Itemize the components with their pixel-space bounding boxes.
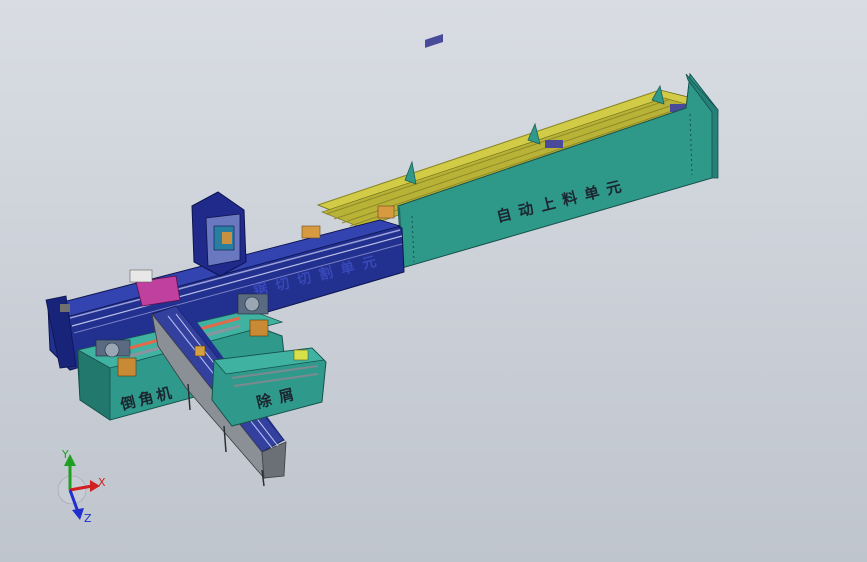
axis-triad[interactable]: Y X Z [57,448,106,525]
axis-x-label: X [98,476,106,489]
cad-assembly-model[interactable]: 自动上料单元 锯切切割单元 倒角机 除屑 Y X Z [0,0,867,562]
axis-z-label: Z [84,512,92,525]
cad-viewport[interactable]: 自动上料单元 锯切切割单元 倒角机 除屑 Y X Z [0,0,867,562]
deburr-unit[interactable]: 除屑 [211,347,327,427]
saw-head [191,191,247,277]
z-axis-head [72,508,84,520]
axis-y-label: Y [61,448,69,461]
